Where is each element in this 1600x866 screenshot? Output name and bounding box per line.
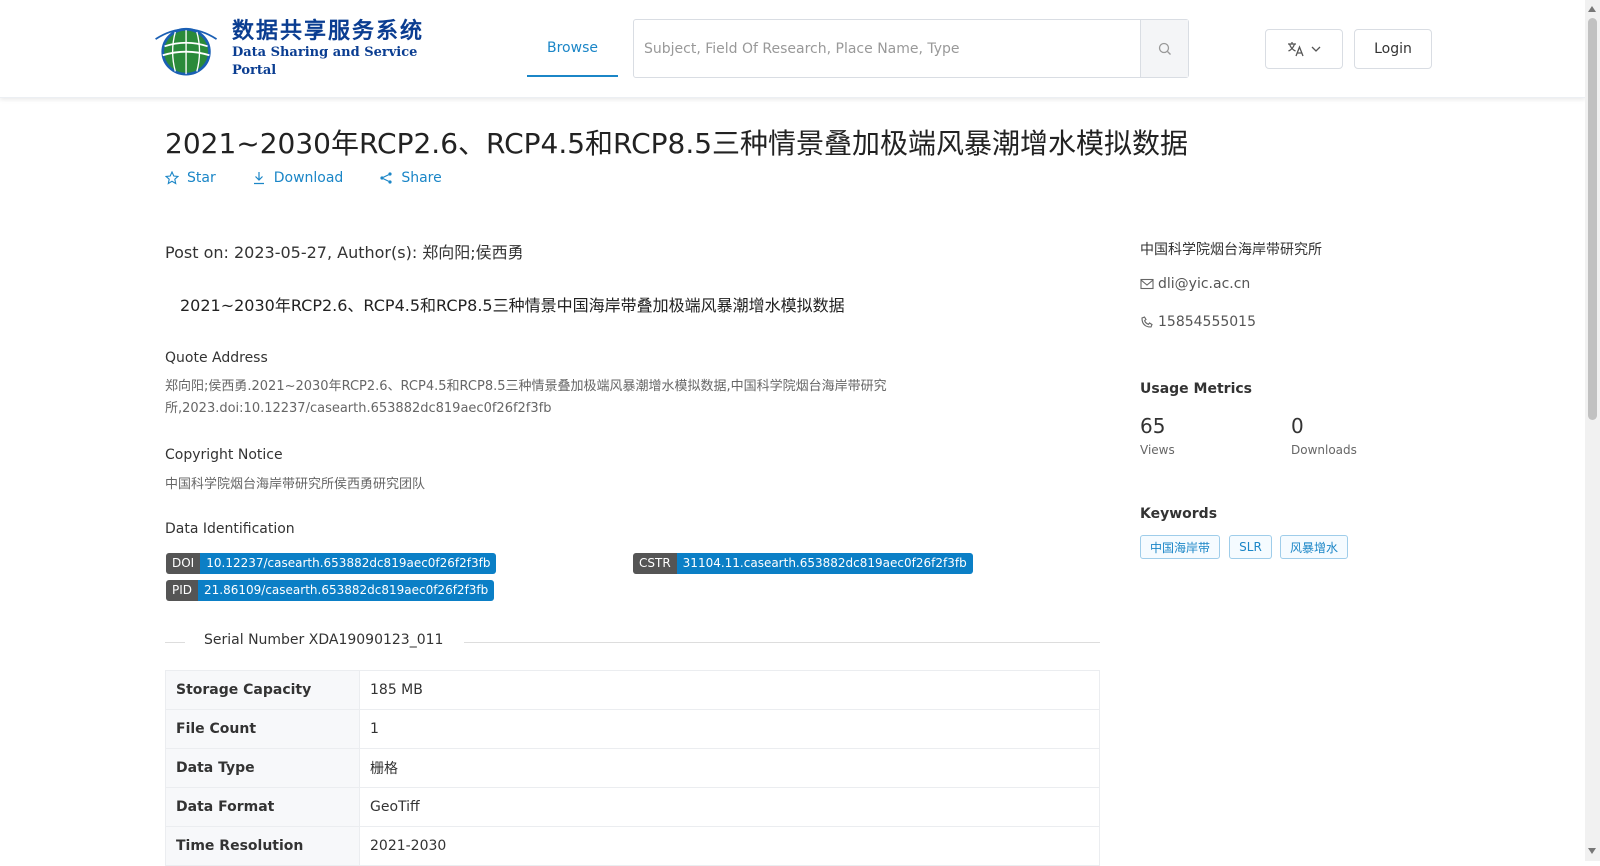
language-switch-button[interactable] [1265, 29, 1343, 69]
downloads-label: Downloads [1291, 443, 1357, 457]
table-row: Data Format GeoTiff [165, 787, 1100, 827]
share-button[interactable]: Share [379, 170, 442, 186]
star-icon [165, 171, 179, 185]
dataset-summary: 2021~2030年RCP2.6、RCP4.5和RCP8.5三种情景中国海岸带叠… [180, 296, 845, 315]
search-button[interactable] [1140, 20, 1188, 77]
pid-value: 21.86109/casearth.653882dc819aec0f26f2f3… [198, 580, 495, 601]
pid-badge[interactable]: PID 21.86109/casearth.653882dc819aec0f26… [166, 580, 495, 601]
table-row: Storage Capacity 185 MB [165, 670, 1100, 710]
table-value: 1 [359, 709, 1100, 749]
share-label: Share [401, 170, 442, 186]
doi-key: DOI [166, 553, 201, 574]
organization-name: 中国科学院烟台海岸带研究所 [1140, 242, 1322, 258]
views-label: Views [1140, 443, 1175, 457]
contact-phone: 15854555015 [1140, 314, 1256, 330]
quote-address-text: 郑向阳;侯西勇.2021~2030年RCP2.6、RCP4.5和RCP8.5三种… [165, 376, 945, 420]
scroll-down-arrow-icon[interactable] [1588, 848, 1596, 854]
quote-line-2: 所,2023.doi:10.12237/casearth.653882dc819… [165, 401, 552, 416]
table-row: File Count 1 [165, 709, 1100, 749]
mail-icon [1140, 278, 1154, 290]
table-value: GeoTiff [359, 787, 1100, 827]
scrollbar-thumb[interactable] [1588, 18, 1597, 420]
share-icon [380, 172, 392, 184]
table-value: 2021-2030 [359, 826, 1100, 866]
table-row: Time Resolution 2021-2030 [165, 826, 1100, 866]
scroll-up-arrow-icon[interactable] [1588, 6, 1596, 12]
keyword-tag[interactable]: SLR [1229, 535, 1272, 559]
nav-browse[interactable]: Browse [527, 19, 618, 77]
translate-icon [1288, 42, 1304, 57]
portal-logo[interactable]: 数据共享服务系统 Data Sharing and Service Portal [152, 18, 442, 80]
table-key: File Count [165, 709, 360, 749]
download-button[interactable]: Download [252, 170, 344, 186]
copyright-label: Copyright Notice [165, 447, 283, 463]
quote-line-1: 郑向阳;侯西勇.2021~2030年RCP2.6、RCP4.5和RCP8.5三种… [165, 379, 887, 394]
keywords-heading: Keywords [1140, 506, 1218, 522]
table-key: Storage Capacity [165, 670, 360, 710]
dataset-info-table: Storage Capacity 185 MB File Count 1 Dat… [165, 670, 1100, 866]
phone-icon [1141, 316, 1153, 328]
serial-number-divider: Serial Number XDA19090123_011 [165, 632, 1100, 652]
downloads-count: 0 [1291, 414, 1304, 438]
keyword-tag[interactable]: 中国海岸带 [1140, 535, 1220, 559]
table-key: Data Format [165, 787, 360, 827]
logo-title-cn: 数据共享服务系统 [231, 18, 424, 44]
usage-metrics-heading: Usage Metrics [1140, 381, 1252, 397]
page-scrollbar[interactable] [1585, 0, 1600, 861]
pid-key: PID [166, 580, 199, 601]
views-count: 65 [1140, 414, 1166, 438]
page-title: 2021~2030年RCP2.6、RCP4.5和RCP8.5三种情景叠加极端风暴… [165, 127, 1189, 160]
contact-email[interactable]: dli@yic.ac.cn [1140, 276, 1250, 292]
email-text: dli@yic.ac.cn [1158, 276, 1251, 292]
cstr-key: CSTR [633, 553, 677, 574]
cstr-value: 31104.11.casearth.653882dc819aec0f26f2f3… [676, 553, 973, 574]
post-info: Post on: 2023-05-27, Author(s): 郑向阳;侯西勇 [165, 243, 524, 262]
table-key: Time Resolution [165, 826, 360, 866]
table-value: 185 MB [359, 670, 1100, 710]
keyword-tag[interactable]: 风暴增水 [1280, 535, 1348, 559]
phone-text: 15854555015 [1158, 314, 1256, 330]
serial-number: Serial Number XDA19090123_011 [204, 632, 444, 648]
download-icon [253, 172, 264, 185]
logo-title-en: Data Sharing and Service Portal [231, 45, 418, 78]
login-button[interactable]: Login [1354, 29, 1432, 69]
table-value: 栅格 [359, 748, 1100, 788]
divider-line [165, 642, 185, 643]
top-header: 数据共享服务系统 Data Sharing and Service Portal… [0, 0, 1585, 98]
quote-address-label: Quote Address [165, 350, 268, 366]
dataset-actions: Star Download Share [165, 170, 442, 186]
star-button[interactable]: Star [165, 170, 216, 186]
doi-badge[interactable]: DOI 10.12237/casearth.653882dc819aec0f26… [166, 553, 497, 574]
download-label: Download [273, 170, 344, 186]
search-icon [1158, 42, 1171, 55]
divider-line [464, 642, 1100, 643]
globe-logo-icon [155, 27, 218, 76]
chevron-down-icon [1311, 46, 1321, 52]
search-box [633, 19, 1189, 78]
star-label: Star [187, 170, 216, 186]
table-row: Data Type 栅格 [165, 748, 1100, 788]
copyright-text: 中国科学院烟台海岸带研究所侯西勇研究团队 [165, 477, 426, 492]
data-identification-label: Data Identification [165, 521, 295, 537]
doi-value: 10.12237/casearth.653882dc819aec0f26f2f3… [200, 553, 497, 574]
search-input[interactable] [634, 20, 1140, 77]
cstr-badge[interactable]: CSTR 31104.11.casearth.653882dc819aec0f2… [633, 553, 973, 574]
table-key: Data Type [165, 748, 360, 788]
